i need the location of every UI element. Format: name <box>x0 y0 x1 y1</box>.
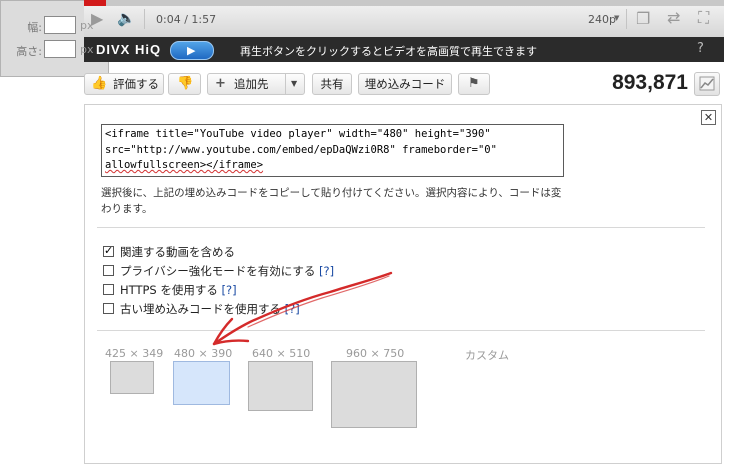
embed-code-line: <iframe title="YouTube video player" wid… <box>105 128 491 140</box>
progress-fill <box>84 0 106 6</box>
flag-icon: ⚑ <box>468 76 480 91</box>
option-label: プライバシー強化モードを有効にする <box>120 264 316 278</box>
chevron-down-icon[interactable]: ▼ <box>291 74 297 94</box>
option-label: 古い埋め込みコードを使用する <box>120 302 281 316</box>
player-separator <box>144 9 145 29</box>
help-link[interactable]: [?] <box>222 283 237 297</box>
add-to-label: 追加先 <box>234 77 269 91</box>
button-divider <box>285 74 286 94</box>
custom-height-unit: px <box>80 43 94 56</box>
view-count: 893,871 <box>612 71 688 94</box>
size-option-640[interactable] <box>248 361 313 411</box>
embed-code-line-2: src="http://www.youtube.com/embed/epDaQW… <box>105 143 497 156</box>
thumbs-up-icon: 👍 <box>91 76 108 91</box>
time-display: 0:04 / 1:57 <box>156 13 217 26</box>
play-icon: ▶ <box>187 44 196 57</box>
thumbs-down-icon: 👎 <box>177 76 194 91</box>
custom-width-label: 幅: <box>27 21 42 34</box>
close-button[interactable]: ✕ <box>701 110 716 125</box>
size-label-425: 425 × 349 <box>105 347 164 360</box>
pop-out-icon[interactable]: ❐ <box>636 11 650 27</box>
like-button[interactable]: 👍 評価する <box>84 73 164 95</box>
embed-code-line: src="http://www.youtube.com/embed/epDaQW… <box>105 144 497 156</box>
option-old-embed[interactable]: 古い埋め込みコードを使用する [?] <box>103 301 300 317</box>
option-label: HTTPS を使用する <box>120 283 218 297</box>
checkbox-related-videos[interactable] <box>103 243 114 259</box>
embed-code-textarea[interactable]: <iframe title="YouTube video player" wid… <box>101 124 564 177</box>
add-to-button[interactable]: + 追加先 ▼ <box>207 73 305 95</box>
divider <box>97 227 705 228</box>
size-option-960[interactable] <box>331 361 417 428</box>
like-button-label: 評価する <box>113 77 159 91</box>
size-label-custom: カスタム <box>465 349 509 362</box>
checkbox-https[interactable] <box>103 284 114 295</box>
divider <box>97 330 705 331</box>
flag-button[interactable]: ⚑ <box>458 73 490 95</box>
custom-height-input[interactable] <box>44 40 76 58</box>
divx-logo: DIVX HiQ <box>96 42 162 57</box>
size-option-425[interactable] <box>110 361 154 394</box>
player-separator <box>626 9 627 29</box>
help-link[interactable]: [?] <box>319 264 334 278</box>
custom-width-unit: px <box>80 19 94 32</box>
option-privacy-mode[interactable]: プライバシー強化モードを有効にする [?] <box>103 263 334 279</box>
fullscreen-icon[interactable]: ⛶ <box>698 10 709 26</box>
custom-height-label: 高さ: <box>16 45 42 58</box>
size-label-480: 480 × 390 <box>174 347 233 360</box>
help-icon[interactable]: ? <box>697 41 704 56</box>
dislike-button[interactable]: 👎 <box>168 73 201 95</box>
divx-bar: DIVX HiQ ▶ 再生ボタンをクリックするとビデオを高画質で再生できます ? <box>84 37 724 62</box>
share-button[interactable]: 共有 <box>312 73 352 95</box>
option-https[interactable]: HTTPS を使用する [?] <box>103 282 237 298</box>
quality-selector[interactable]: 240p <box>588 13 616 26</box>
option-related-videos[interactable]: 関連する動画を含める <box>103 243 235 260</box>
embed-button[interactable]: 埋め込みコード <box>358 73 452 95</box>
checkbox-old-embed[interactable] <box>103 303 114 314</box>
custom-width-input[interactable] <box>44 16 76 34</box>
quality-arrow-icon[interactable]: ▼ <box>614 14 619 22</box>
stats-chart-icon <box>699 76 715 91</box>
checkbox-privacy-mode[interactable] <box>103 265 114 276</box>
progress-bar[interactable] <box>84 0 724 6</box>
help-link[interactable]: [?] <box>285 302 300 316</box>
option-label: 関連する動画を含める <box>120 245 235 259</box>
plus-icon: + <box>215 76 226 91</box>
expand-icon[interactable]: ⇄ <box>667 10 680 26</box>
embed-instruction: 選択後に、上記の埋め込みコードをコピーして貼り付けてください。選択内容により、コ… <box>101 187 562 215</box>
stats-button[interactable] <box>694 72 720 96</box>
volume-icon[interactable]: 🔈 <box>117 10 136 26</box>
size-label-640: 640 × 510 <box>252 347 311 360</box>
size-label-960: 960 × 750 <box>346 347 405 360</box>
divx-message: 再生ボタンをクリックするとビデオを高画質で再生できます <box>240 45 537 58</box>
divx-play-button[interactable]: ▶ <box>170 41 214 60</box>
size-option-480[interactable] <box>173 361 230 405</box>
embed-code-line: allowfullscreen></iframe> <box>105 159 264 171</box>
